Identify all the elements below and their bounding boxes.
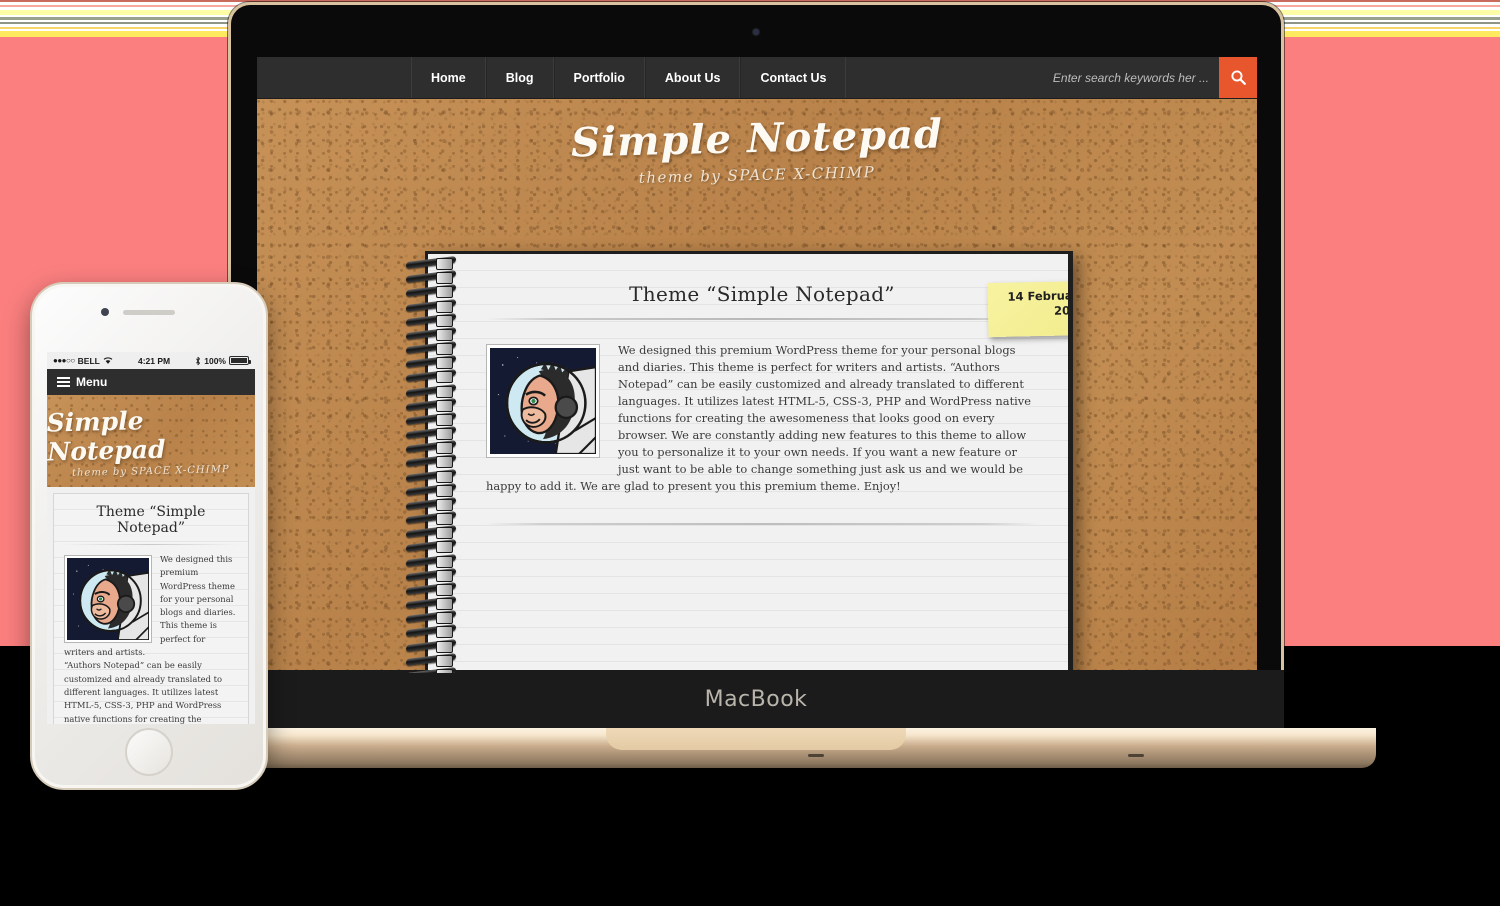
macbook-foot xyxy=(1128,754,1144,757)
bluetooth-icon xyxy=(196,356,201,365)
macbook-foot xyxy=(808,754,824,757)
macbook-screen: Home Blog Portfolio About Us Contact Us … xyxy=(257,57,1257,673)
macbook-device: Home Blog Portfolio About Us Contact Us … xyxy=(136,2,1376,768)
nav-item-contact-us[interactable]: Contact Us xyxy=(740,57,847,98)
space-chimp-icon xyxy=(490,348,596,454)
macbook-lid: Home Blog Portfolio About Us Contact Us … xyxy=(228,2,1284,730)
nav-item-label: Contact Us xyxy=(760,70,827,85)
phone-post-thumbnail[interactable] xyxy=(64,555,152,643)
notepad-panel: 14 February 2018 Theme “Simple Notepad” xyxy=(425,251,1073,673)
nav-item-blog[interactable]: Blog xyxy=(485,57,554,98)
nav-item-label: Portfolio xyxy=(573,70,625,85)
battery-icon xyxy=(229,356,251,365)
search-area xyxy=(1029,57,1257,98)
home-button[interactable] xyxy=(125,728,173,776)
post-title[interactable]: Theme “Simple Notepad” xyxy=(486,282,1038,306)
webcam-icon xyxy=(753,29,759,35)
sticky-note-date-line1: 14 February xyxy=(1007,288,1068,304)
phone-notepad-paper: Theme “Simple Notepad” We designed this … xyxy=(53,493,249,724)
site-brand[interactable]: Simple Notepad theme by SPACE X-CHIMP xyxy=(257,99,1257,186)
nav-item-home[interactable]: Home xyxy=(411,57,486,98)
screenshot-stage: Home Blog Portfolio About Us Contact Us … xyxy=(0,0,1500,906)
iphone-device: ●●●○○ BELL 4:21 PM 100% Menu Simple Note… xyxy=(30,282,268,790)
macbook-brand-label: MacBook xyxy=(704,686,808,712)
carrier-label: BELL xyxy=(77,355,100,366)
cork-background: Simple Notepad theme by SPACE X-CHIMP 14… xyxy=(257,99,1257,673)
battery-percent-label: 100% xyxy=(204,355,226,366)
status-right-group: 100% xyxy=(195,355,251,366)
macbook-base-notch xyxy=(606,728,906,750)
phone-menu-bar[interactable]: Menu xyxy=(47,369,255,395)
space-chimp-icon xyxy=(67,558,149,640)
navbar-spacer xyxy=(846,57,1029,98)
search-icon xyxy=(1230,70,1246,85)
post-thumbnail[interactable] xyxy=(486,344,600,458)
nav-item-portfolio[interactable]: Portfolio xyxy=(553,57,645,98)
phone-post-title[interactable]: Theme “Simple Notepad” xyxy=(64,504,238,536)
website-viewport: Home Blog Portfolio About Us Contact Us … xyxy=(257,57,1257,673)
status-time: 4:21 PM xyxy=(138,355,171,366)
phone-cork-header: Simple Notepad theme by SPACE X-CHIMP xyxy=(47,395,255,487)
iphone-screen: ●●●○○ BELL 4:21 PM 100% Menu Simple Note… xyxy=(47,352,255,724)
nav-item-label: Home xyxy=(431,70,466,85)
hamburger-menu-icon xyxy=(57,377,70,387)
nav-item-label: About Us xyxy=(664,70,721,85)
notepad-paper: 14 February 2018 Theme “Simple Notepad” xyxy=(428,254,1068,673)
phone-status-bar: ●●●○○ BELL 4:21 PM 100% xyxy=(47,352,255,369)
earpiece-speaker xyxy=(123,310,175,315)
wifi-icon xyxy=(103,357,113,364)
nav-item-label: Blog xyxy=(505,70,534,85)
phone-post-text-rest: “Authors Notepad” can be easily customiz… xyxy=(64,660,223,724)
front-camera-icon xyxy=(101,308,109,316)
phone-brand-subtitle: theme by SPACE X-CHIMP xyxy=(72,463,230,479)
post-divider xyxy=(486,523,1038,525)
signal-strength-icon: ●●●○○ xyxy=(53,356,75,365)
phone-title-divider xyxy=(64,544,238,545)
sticky-note: 14 February 2018 xyxy=(987,280,1068,338)
nav-menu: Home Blog Portfolio About Us Contact Us xyxy=(411,57,847,98)
phone-menu-label: Menu xyxy=(76,375,108,389)
nav-item-about-us[interactable]: About Us xyxy=(644,57,741,98)
macbook-chin: MacBook xyxy=(228,670,1284,728)
search-input[interactable] xyxy=(1029,57,1219,98)
sticky-note-date-line2: 2018 xyxy=(1053,303,1068,318)
search-button[interactable] xyxy=(1219,57,1257,98)
site-navbar: Home Blog Portfolio About Us Contact Us … xyxy=(257,57,1257,99)
post-body: We designed this premium WordPress theme… xyxy=(486,342,1038,495)
phone-brand-title: Simple Notepad xyxy=(47,405,166,467)
title-divider xyxy=(486,318,1038,320)
